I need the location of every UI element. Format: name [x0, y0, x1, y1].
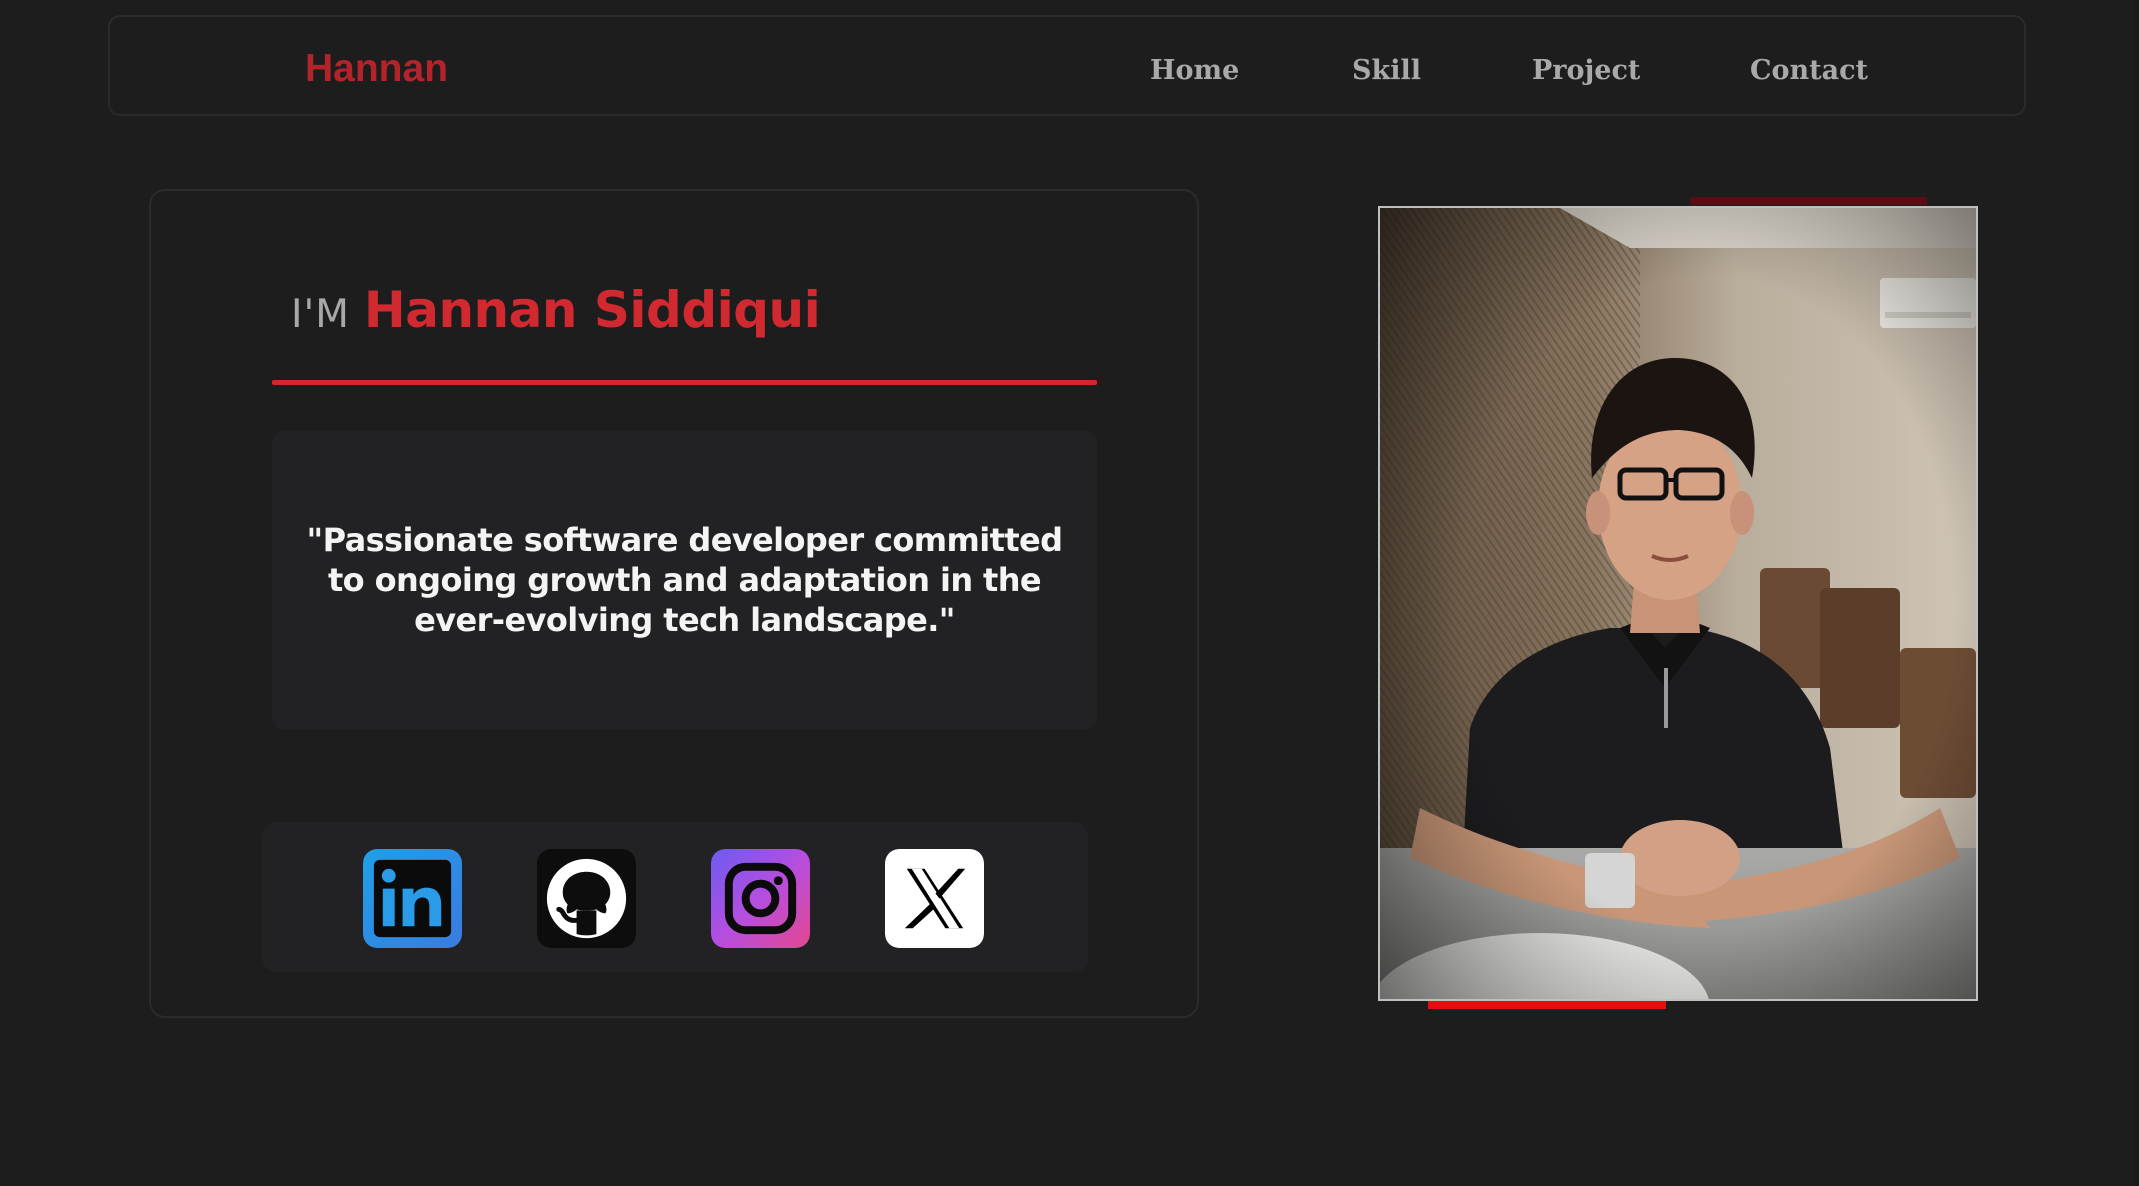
hero-name: Hannan Siddiqui [363, 281, 821, 339]
brand-logo[interactable]: Hannan [305, 49, 448, 88]
x-icon[interactable] [885, 849, 984, 948]
scrollbar-track[interactable] [2134, 0, 2139, 1186]
hero-card: I'M Hannan Siddiqui "Passionate software … [149, 189, 1199, 1018]
linkedin-icon[interactable] [363, 849, 462, 948]
name-underline [272, 380, 1097, 385]
nav-link-home[interactable]: Home [1150, 57, 1239, 84]
page: Hannan Home Skill Project Contact I'M Han… [0, 0, 2139, 1186]
intro-prefix: I'M [291, 292, 350, 337]
navbar: Hannan Home Skill Project Contact [108, 15, 2026, 116]
github-icon[interactable] [537, 849, 636, 948]
hero-intro: I'M Hannan Siddiqui [291, 281, 821, 339]
nav-link-skill[interactable]: Skill [1352, 57, 1421, 84]
profile-photo [1378, 206, 1978, 1001]
photo-accent-top [1690, 197, 1927, 205]
tagline-quote: "Passionate software developer committed… [306, 521, 1064, 639]
quote-box: "Passionate software developer committed… [272, 431, 1097, 729]
social-links [262, 822, 1088, 972]
nav-link-project[interactable]: Project [1532, 57, 1640, 84]
nav-link-contact[interactable]: Contact [1750, 57, 1868, 84]
instagram-icon[interactable] [711, 849, 810, 948]
photo-accent-bottom [1428, 1001, 1666, 1009]
